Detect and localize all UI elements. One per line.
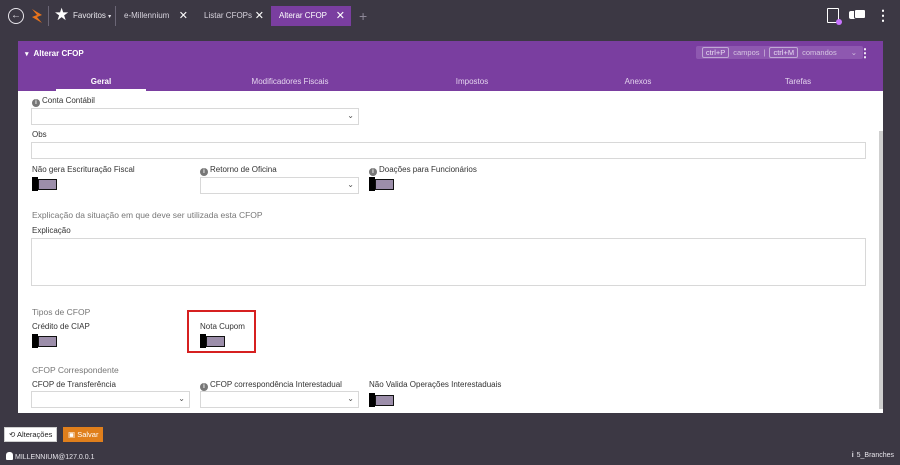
tab-listar-cfops[interactable]: Listar CFOPs ✕ xyxy=(196,6,270,26)
tab-e-millennium[interactable]: e-Millennium ✕ xyxy=(116,6,194,26)
cfop-interestadual-label: i CFOP correspondência Interestadual xyxy=(200,380,342,391)
info-icon: i xyxy=(200,168,208,176)
correspondente-section-title: CFOP Correspondente xyxy=(32,365,119,375)
connection-status: MILLENNIUM@127.0.0.1 xyxy=(6,452,94,461)
tab-tarefas[interactable]: Tarefas xyxy=(758,77,838,86)
shortcut-divider: | xyxy=(763,48,766,57)
tab-geral[interactable]: Geral xyxy=(56,77,146,86)
chevron-down-icon: ⌄ xyxy=(347,394,354,403)
doacoes-toggle[interactable] xyxy=(369,177,394,191)
cfop-transferencia-select[interactable]: ⌄ xyxy=(31,391,190,408)
alteracoes-label: Alterações xyxy=(16,430,53,439)
obs-label: Obs xyxy=(32,130,47,139)
panel-title-text: Alterar CFOP xyxy=(33,49,84,58)
nao-valida-toggle[interactable] xyxy=(369,393,394,407)
close-icon[interactable]: ✕ xyxy=(179,6,188,26)
favorites-menu[interactable]: Favoritos ▾ xyxy=(73,11,111,20)
clipboard-icon[interactable] xyxy=(827,8,842,25)
chat-icon[interactable] xyxy=(849,9,866,22)
status-bar: MILLENNIUM@127.0.0.1 i 5_Branches xyxy=(0,449,900,465)
info-icon: i xyxy=(369,168,377,176)
chevron-down-icon[interactable]: ⌄ xyxy=(851,48,857,57)
top-bar: ← ★ Favoritos ▾ e-Millennium ✕ Listar CF… xyxy=(0,0,900,32)
tab-label: Alterar CFOP xyxy=(279,11,328,20)
more-vertical-icon[interactable]: ⋮ xyxy=(876,8,890,23)
explicacao-label: Explicação xyxy=(32,226,71,235)
alteracoes-button[interactable]: ⟲ Alterações xyxy=(4,427,58,442)
panel-header: ▾ Alterar CFOP ctrl+P campos | ctrl+M co… xyxy=(18,41,883,91)
tab-label: e-Millennium xyxy=(124,11,170,20)
shortcut-label: campos xyxy=(733,48,760,57)
close-icon[interactable]: ✕ xyxy=(336,6,345,26)
divider xyxy=(48,6,49,26)
chevron-down-icon: ⌄ xyxy=(347,111,354,120)
save-label: Salvar xyxy=(77,430,99,439)
star-icon[interactable]: ★ xyxy=(54,6,69,24)
favorites-label: Favoritos xyxy=(73,11,106,20)
branch-status: i 5_Branches xyxy=(851,452,894,459)
tab-alterar-cfop[interactable]: Alterar CFOP ✕ xyxy=(271,6,351,26)
tab-label: Listar CFOPs xyxy=(204,11,253,20)
add-tab-icon[interactable]: + xyxy=(359,9,367,23)
chevron-down-icon: ⌄ xyxy=(347,180,354,189)
credito-ciap-toggle[interactable] xyxy=(32,334,57,348)
shortcut-key: ctrl+M xyxy=(769,47,799,58)
tipos-section-title: Tipos de CFOP xyxy=(32,307,91,317)
panel-title[interactable]: ▾ Alterar CFOP xyxy=(25,49,84,58)
save-icon: ▣ xyxy=(68,430,76,439)
save-button[interactable]: ▣ Salvar xyxy=(63,427,104,442)
obs-input[interactable] xyxy=(31,142,866,159)
conta-contabil-select[interactable]: ⌄ xyxy=(31,108,359,125)
shortcut-hints: ctrl+P campos | ctrl+M comandos ⌄ xyxy=(695,46,863,59)
explicacao-section-title: Explicação da situação em que deve ser u… xyxy=(32,210,263,220)
retorno-oficina-label: i Retorno de Oficina xyxy=(200,165,277,176)
tab-modificadores-fiscais[interactable]: Modificadores Fiscais xyxy=(225,77,355,86)
form-content: i Conta Contábil ⌄ Obs Não gera Escritura… xyxy=(18,91,883,413)
tab-anexos[interactable]: Anexos xyxy=(598,77,678,86)
conta-contabil-label: i Conta Contábil xyxy=(32,96,95,107)
panel-menu-icon[interactable]: ⋮ xyxy=(859,46,871,60)
undo-icon: ⟲ xyxy=(9,430,16,439)
retorno-oficina-select[interactable]: ⌄ xyxy=(200,177,359,194)
doacoes-label: i Doações para Funcionários xyxy=(369,165,477,176)
cfop-transferencia-label: CFOP de Transferência xyxy=(32,380,116,389)
explicacao-textarea[interactable] xyxy=(31,238,866,286)
nao-gera-label: Não gera Escrituração Fiscal xyxy=(32,165,135,174)
scrollbar[interactable] xyxy=(879,131,883,409)
cfop-interestadual-select[interactable]: ⌄ xyxy=(200,391,359,408)
tab-impostos[interactable]: Impostos xyxy=(432,77,512,86)
shortcut-key: ctrl+P xyxy=(701,47,730,58)
chevron-down-icon: ⌄ xyxy=(178,394,185,403)
shortcut-label: comandos xyxy=(802,48,837,57)
nao-gera-toggle[interactable] xyxy=(32,177,57,191)
highlight-box xyxy=(187,310,256,353)
alterar-cfop-panel: ▾ Alterar CFOP ctrl+P campos | ctrl+M co… xyxy=(18,41,883,413)
user-icon xyxy=(6,452,13,460)
nao-valida-label: Não Valida Operações Interestaduais xyxy=(369,380,502,389)
collapse-caret-icon[interactable]: ▾ xyxy=(25,51,29,58)
close-icon[interactable]: ✕ xyxy=(255,6,264,26)
info-icon: i xyxy=(32,99,40,107)
credito-ciap-label: Crédito de CIAP xyxy=(32,322,90,331)
back-arrow-icon[interactable]: ← xyxy=(8,8,24,24)
info-icon: i xyxy=(200,383,208,391)
chevron-down-icon: ▾ xyxy=(108,14,112,20)
app-logo-icon xyxy=(32,9,42,23)
action-bar: ⟲ Alterações ▣ Salvar xyxy=(0,426,900,442)
info-icon: i xyxy=(851,452,854,459)
